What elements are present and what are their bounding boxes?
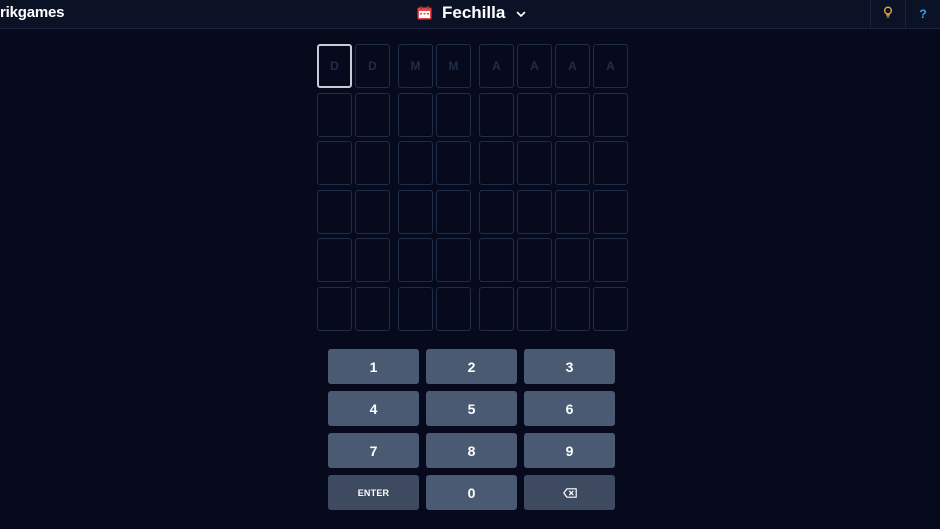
top-bar: rikgames Fechilla ?	[0, 0, 940, 29]
board-cell[interactable]: M	[398, 44, 433, 88]
board-cell	[436, 189, 471, 234]
key-3[interactable]: 3	[524, 349, 615, 384]
key-6[interactable]: 6	[524, 391, 615, 426]
board-cell[interactable]: D	[317, 44, 352, 88]
board-cell	[479, 238, 514, 283]
board-cell	[593, 92, 628, 137]
board-cell	[317, 141, 352, 186]
board-cell	[355, 141, 390, 186]
board-cell	[479, 92, 514, 137]
board-row	[317, 92, 631, 137]
board-cell	[317, 92, 352, 137]
board-cell	[479, 141, 514, 186]
board-cell	[436, 141, 471, 186]
board-cell	[398, 141, 433, 186]
chevron-down-icon	[515, 7, 527, 19]
help-button[interactable]: ?	[905, 0, 940, 28]
key-5[interactable]: 5	[426, 391, 517, 426]
board-cell	[555, 92, 590, 137]
lightbulb-icon	[883, 6, 893, 22]
key-8[interactable]: 8	[426, 433, 517, 468]
board-cell	[517, 286, 552, 331]
board-cell	[555, 286, 590, 331]
board-cell	[593, 189, 628, 234]
question-icon: ?	[919, 7, 927, 21]
board-cell	[555, 189, 590, 234]
board-cell	[479, 286, 514, 331]
board-cell[interactable]: A	[479, 44, 514, 88]
board-cell[interactable]: D	[355, 44, 390, 88]
calendar-icon	[417, 6, 432, 20]
board-cell	[593, 286, 628, 331]
board-cell	[355, 238, 390, 283]
board-row	[317, 286, 631, 331]
board-row	[317, 189, 631, 234]
key-4[interactable]: 4	[328, 391, 419, 426]
board-cell	[555, 238, 590, 283]
board-row	[317, 238, 631, 283]
board-cell	[398, 189, 433, 234]
key-0[interactable]: 0	[426, 475, 517, 510]
board-cell	[355, 286, 390, 331]
board-cell[interactable]: A	[555, 44, 590, 88]
board-row	[317, 141, 631, 186]
game-selector[interactable]: Fechilla	[417, 3, 527, 23]
board-cell[interactable]: A	[517, 44, 552, 88]
hint-button[interactable]	[870, 0, 905, 28]
key-1[interactable]: 1	[328, 349, 419, 384]
board-cell	[398, 92, 433, 137]
board-cell[interactable]: A	[593, 44, 628, 88]
guess-board: D D M M A A A A	[317, 44, 631, 336]
board-cell	[436, 92, 471, 137]
board-cell	[355, 189, 390, 234]
board-cell	[593, 141, 628, 186]
board-cell	[555, 141, 590, 186]
board-cell	[517, 141, 552, 186]
board-cell	[479, 189, 514, 234]
top-actions: ?	[870, 0, 940, 28]
brand-logo[interactable]: rikgames	[0, 4, 64, 21]
backspace-button[interactable]	[524, 475, 615, 510]
key-7[interactable]: 7	[328, 433, 419, 468]
board-cell	[317, 189, 352, 234]
numeric-keypad: 1 2 3 4 5 6 7 8 9 ENTER 0	[328, 349, 615, 510]
board-cell[interactable]: M	[436, 44, 471, 88]
board-cell	[436, 286, 471, 331]
page-title: Fechilla	[442, 3, 506, 22]
board-cell	[517, 238, 552, 283]
enter-button[interactable]: ENTER	[328, 475, 419, 510]
board-cell	[436, 238, 471, 283]
key-2[interactable]: 2	[426, 349, 517, 384]
board-cell	[517, 189, 552, 234]
board-cell	[593, 238, 628, 283]
board-cell	[517, 92, 552, 137]
board-row: D D M M A A A A	[317, 44, 631, 88]
board-cell	[398, 286, 433, 331]
backspace-icon	[562, 485, 577, 501]
board-cell	[317, 238, 352, 283]
board-cell	[355, 92, 390, 137]
board-cell	[398, 238, 433, 283]
board-cell	[317, 286, 352, 331]
key-9[interactable]: 9	[524, 433, 615, 468]
